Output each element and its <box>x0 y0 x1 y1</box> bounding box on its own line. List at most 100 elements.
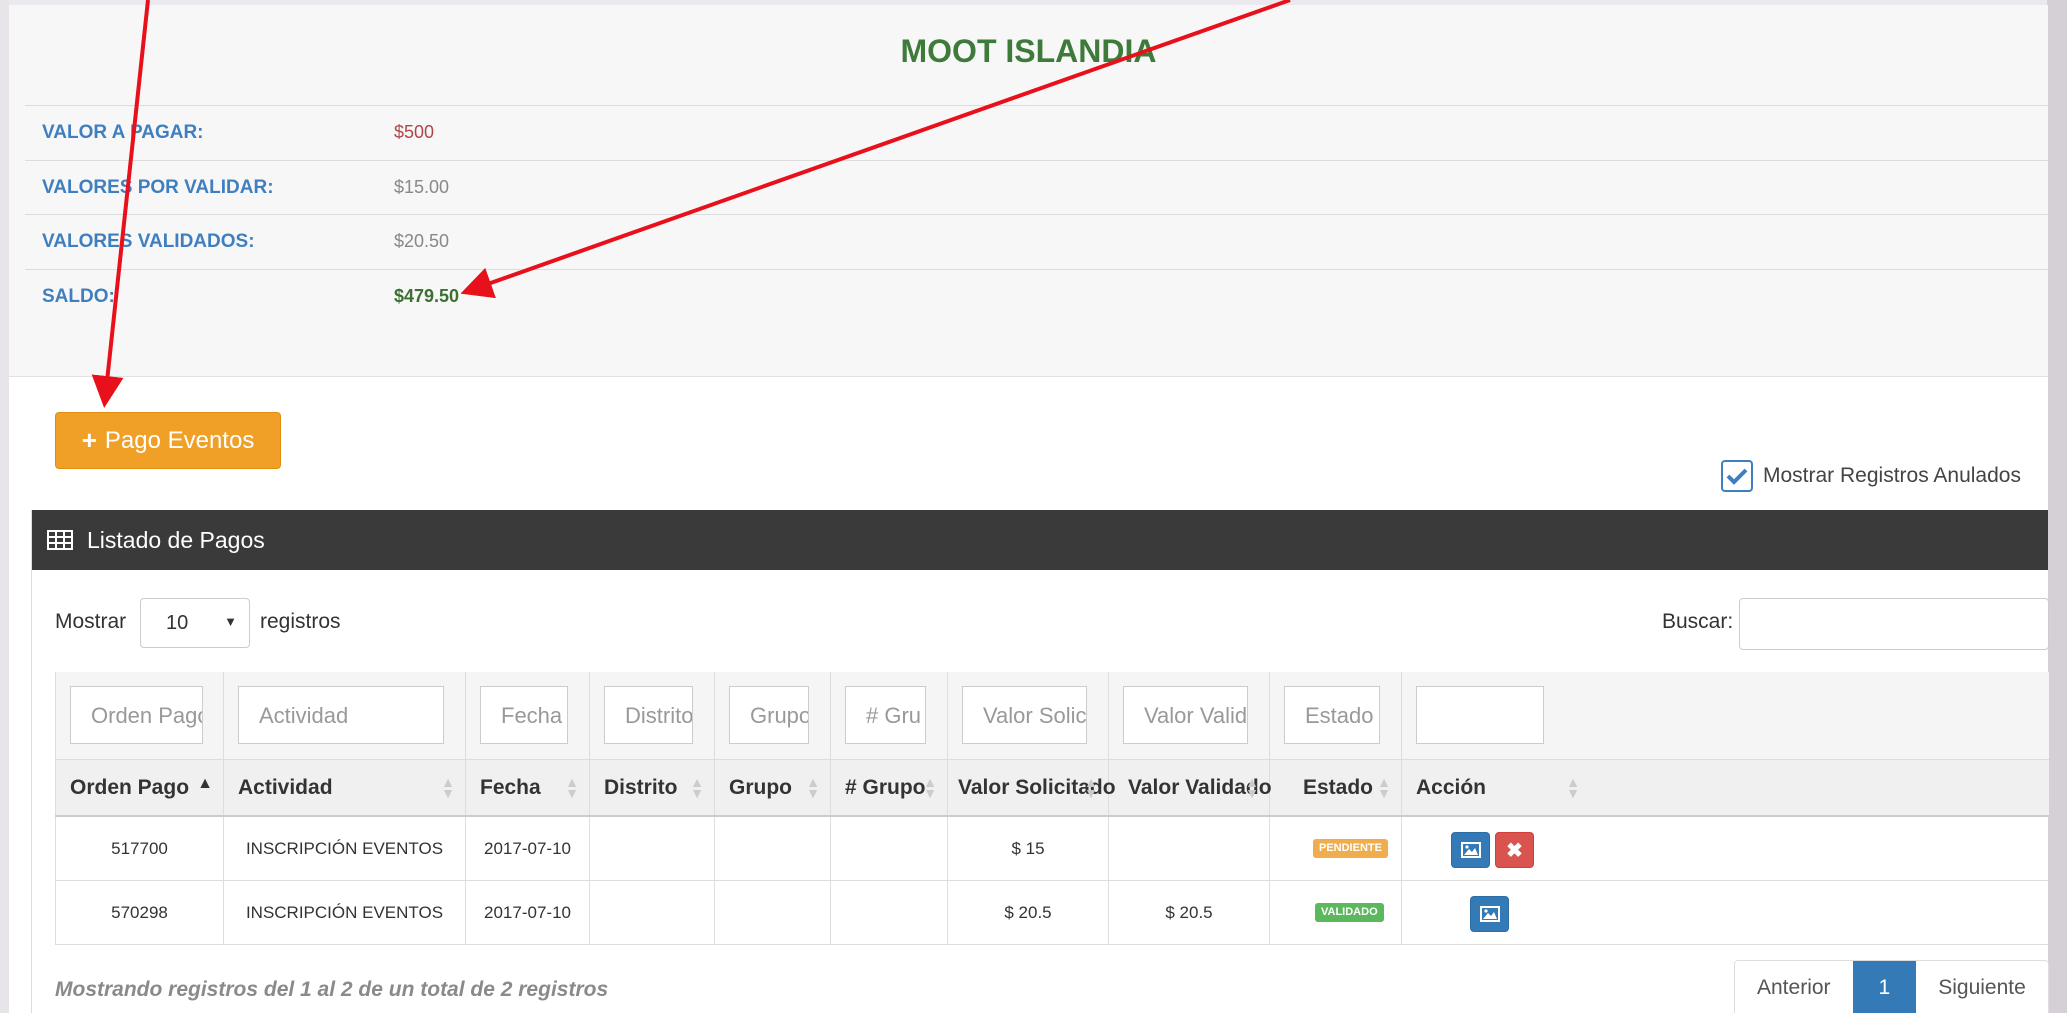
sort-icon: ▲ ▼ <box>1084 774 1098 801</box>
checkbox-label: Mostrar Registros Anulados <box>1763 464 2021 487</box>
caret-down-icon: ▼ <box>224 614 237 629</box>
show-cancelled-toggle[interactable]: Mostrar Registros Anulados <box>1721 460 2021 492</box>
sort-icon: ▲ ▼ <box>806 774 820 801</box>
cell-fecha: 2017-07-10 <box>484 839 571 858</box>
summary-label: VALORES VALIDADOS: <box>42 231 255 252</box>
column-header: # Grupo <box>845 776 926 799</box>
checkmark-icon <box>1726 468 1748 485</box>
event-summary-panel: MOOT ISLANDIA VALOR A PAGAR: $500 VALORE… <box>9 5 2048 377</box>
sort-icon: ▲ ▼ <box>1566 774 1580 801</box>
filter-row: Orden Pago Actividad Fecha Distrito Grup… <box>55 672 2049 760</box>
summary-row-saldo: SALDO: $479.50 <box>25 268 2048 324</box>
status-badge: PENDIENTE <box>1313 839 1388 858</box>
col-actividad[interactable]: Actividad ▲ ▼ <box>224 760 466 815</box>
column-header: Grupo <box>729 776 792 799</box>
column-header: Orden Pago <box>70 776 190 799</box>
summary-table: VALOR A PAGAR: $500 VALORES POR VALIDAR:… <box>25 105 2048 323</box>
cell-valor-validado: $ 20.5 <box>1165 903 1213 922</box>
length-suffix: registros <box>260 610 341 633</box>
pagination: Anterior 1 Siguiente <box>1734 960 2049 1013</box>
cell-actividad: INSCRIPCIÓN EVENTOS <box>245 839 444 858</box>
filter-input-accion[interactable] <box>1416 686 1544 744</box>
cell-fecha: 2017-07-10 <box>484 903 571 922</box>
add-payment-button[interactable]: + Pago Eventos <box>55 412 281 469</box>
event-title: MOOT ISLANDIA <box>900 33 1157 69</box>
panel-title: Listado de Pagos <box>87 526 265 553</box>
payments-table: Orden Pago Actividad Fecha Distrito Grup… <box>55 672 2049 945</box>
table-icon <box>47 530 73 550</box>
header-row: Orden Pago ▲ Actividad ▲ ▼ Fecha ▲ ▼ Distrito… <box>55 760 2049 817</box>
filter-input-valor-validado[interactable]: Valor Valida <box>1123 686 1248 744</box>
close-icon: ✖ <box>1506 839 1523 862</box>
cell-valor-solicitado: $ 20.5 <box>1004 903 1052 922</box>
filter-input-estado[interactable]: Estado <box>1284 686 1380 744</box>
search-label: Buscar: <box>1662 610 1734 633</box>
panel-header: Listado de Pagos <box>32 510 2048 570</box>
cell-valor-solicitado: $ 15 <box>1011 839 1045 858</box>
page-length-value: 10 <box>166 612 189 634</box>
filter-input-valor-solicitado[interactable]: Valor Solici <box>962 686 1087 744</box>
saldo-value: $479.50 <box>394 285 460 306</box>
cell-orden-pago: 570298 <box>111 903 168 922</box>
image-icon <box>1479 906 1500 922</box>
sort-icon: ▲ ▼ <box>690 774 704 801</box>
summary-label: SALDO: <box>42 285 115 307</box>
page-length-select[interactable]: 10 ▼ <box>140 598 250 648</box>
col-valor-validado[interactable]: Valor Validado ▲ ▼ <box>1109 760 1272 815</box>
next-page-button[interactable]: Siguiente <box>1916 961 2048 1013</box>
status-badge: VALIDADO <box>1315 903 1384 922</box>
col-num-grupo[interactable]: # Grupo ▲ ▼ <box>831 760 948 815</box>
add-payment-label: Pago Eventos <box>104 426 255 454</box>
summary-value: $20.50 <box>394 231 450 251</box>
search-input[interactable] <box>1739 598 2049 650</box>
col-valor-solicitado[interactable]: Valor Solicitado ▲ ▼ <box>948 760 1116 815</box>
filter-input-num-grupo[interactable]: # Gru <box>845 686 926 744</box>
column-header: Fecha <box>480 776 541 799</box>
summary-label: VALORES POR VALIDAR: <box>42 176 274 198</box>
plus-icon: + <box>81 425 97 455</box>
col-distrito[interactable]: Distrito ▲ ▼ <box>590 760 715 815</box>
checkbox[interactable] <box>1721 460 1753 492</box>
col-estado[interactable]: Estado ▲ ▼ <box>1270 760 1402 815</box>
view-receipt-button[interactable] <box>1451 832 1490 868</box>
column-header: Actividad <box>238 776 333 799</box>
filter-input-actividad[interactable]: Actividad <box>238 686 444 744</box>
column-header: Distrito <box>604 776 678 799</box>
payments-panel: Listado de Pagos Mostrar 10 ▼ registros … <box>31 510 2049 1013</box>
view-receipt-button[interactable] <box>1470 896 1509 932</box>
table-row: 517700 INSCRIPCIÓN EVENTOS 2017-07-10 $ … <box>55 817 2049 881</box>
column-header: Estado <box>1303 776 1374 799</box>
col-fecha[interactable]: Fecha ▲ ▼ <box>466 760 590 815</box>
summary-row-valor-a-pagar: VALOR A PAGAR: $500 <box>25 105 2048 160</box>
col-grupo[interactable]: Grupo ▲ ▼ <box>715 760 831 815</box>
sort-icon: ▲ ▼ <box>441 774 455 801</box>
sort-asc-icon: ▲ <box>197 775 213 792</box>
sort-icon: ▲ ▼ <box>565 774 579 801</box>
prev-page-button[interactable]: Anterior <box>1735 961 1853 1013</box>
table-info: Mostrando registros del 1 al 2 de un tot… <box>55 978 609 1001</box>
page: MOOT ISLANDIA VALOR A PAGAR: $500 VALORE… <box>9 5 2049 1013</box>
summary-row-validados: VALORES VALIDADOS: $20.50 <box>25 214 2048 269</box>
column-header: Acción <box>1416 776 1487 799</box>
image-icon <box>1460 842 1481 858</box>
filter-input-fecha[interactable]: Fecha <box>480 686 568 744</box>
filter-input-orden-pago[interactable]: Orden Pago <box>70 686 203 744</box>
cell-actividad: INSCRIPCIÓN EVENTOS <box>245 903 444 922</box>
window-frame-right <box>2047 0 2067 1013</box>
summary-row-por-validar: VALORES POR VALIDAR: $15.00 <box>25 159 2048 215</box>
cancel-payment-button[interactable]: ✖ <box>1495 832 1534 868</box>
table-row: 570298 INSCRIPCIÓN EVENTOS 2017-07-10 $ … <box>55 881 2049 945</box>
length-label: Mostrar <box>55 610 127 633</box>
cell-orden-pago: 517700 <box>111 839 168 858</box>
sort-icon: ▲ ▼ <box>1245 774 1259 801</box>
window-frame-left <box>0 0 9 1013</box>
summary-label: VALOR A PAGAR: <box>42 122 204 143</box>
sort-icon: ▲ ▼ <box>1377 774 1391 801</box>
current-page-button[interactable]: 1 <box>1852 961 1917 1013</box>
col-accion[interactable]: Acción ▲ ▼ <box>1402 760 1580 815</box>
col-orden-pago[interactable]: Orden Pago ▲ <box>55 760 224 815</box>
sort-icon: ▲ ▼ <box>923 774 937 801</box>
summary-value: $15.00 <box>394 176 450 197</box>
filter-input-grupo[interactable]: Grupo <box>729 686 809 744</box>
filter-input-distrito[interactable]: Distrito <box>604 686 693 744</box>
